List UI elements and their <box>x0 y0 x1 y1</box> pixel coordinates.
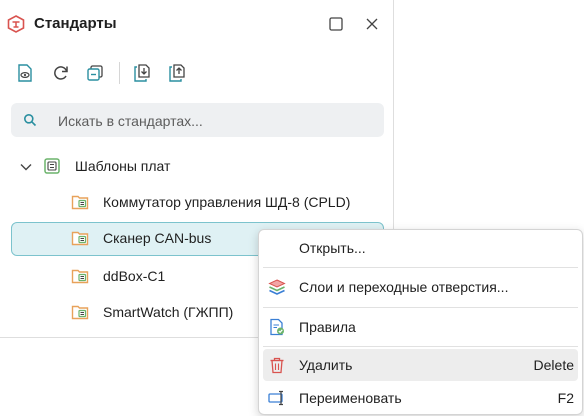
panel-titlebar: Стандарты <box>0 0 394 48</box>
tree-item-label: ddBox-C1 <box>103 268 166 284</box>
refresh-icon <box>54 66 68 80</box>
tree-item[interactable]: Коммутатор управления ШД-8 (CPLD) <box>11 186 384 220</box>
board-folder-icon <box>71 267 89 285</box>
export-button[interactable] <box>164 60 190 86</box>
view-standard-button[interactable] <box>12 60 38 86</box>
menu-item-rename[interactable]: Переименовать F2 <box>263 382 578 414</box>
refresh-button[interactable] <box>48 60 74 86</box>
collapse-all-button[interactable] <box>82 60 108 86</box>
tree-root-label: Шаблоны плат <box>75 158 171 174</box>
search-box <box>11 103 384 139</box>
menu-item-shortcut: F2 <box>557 390 574 406</box>
maximize-icon <box>329 17 343 31</box>
board-templates-icon <box>43 157 61 175</box>
maximize-button[interactable] <box>326 14 346 34</box>
menu-item-label: Удалить <box>299 357 353 373</box>
panel-title: Стандарты <box>34 15 117 32</box>
panel-toolbar <box>0 58 394 90</box>
menu-item-label: Переименовать <box>299 390 402 406</box>
tree-item-label: SmartWatch (ГЖПП) <box>103 304 234 320</box>
view-standard-icon <box>18 64 32 82</box>
chevron-down-icon[interactable] <box>19 160 33 174</box>
toolbar-separator <box>119 62 120 84</box>
tree-root-board-templates[interactable]: Шаблоны плат <box>11 150 384 184</box>
close-icon <box>366 18 378 30</box>
menu-item-open[interactable]: Открыть... <box>263 232 578 264</box>
import-button[interactable] <box>129 60 155 86</box>
board-folder-icon <box>71 193 89 211</box>
tree-item-label: Сканер CAN-bus <box>103 230 212 246</box>
menu-separator <box>263 307 578 308</box>
context-menu: Открыть... Слои и переходные отверстия..… <box>258 229 583 415</box>
export-icon <box>169 64 185 82</box>
menu-item-shortcut: Delete <box>533 357 574 373</box>
menu-item-rules[interactable]: Правила <box>263 311 578 343</box>
collapse-all-icon <box>87 65 103 81</box>
rules-icon <box>268 318 286 336</box>
menu-item-label: Правила <box>299 319 356 335</box>
search-input[interactable] <box>56 103 370 139</box>
board-folder-icon <box>71 229 89 247</box>
trash-icon <box>268 356 286 374</box>
menu-item-delete[interactable]: Удалить Delete <box>263 349 578 381</box>
menu-separator <box>263 267 578 268</box>
menu-item-label: Слои и переходные отверстия... <box>299 279 509 295</box>
import-icon <box>134 64 150 82</box>
layers-icon <box>268 278 286 296</box>
menu-item-layers-vias[interactable]: Слои и переходные отверстия... <box>263 271 578 303</box>
menu-separator <box>263 346 578 347</box>
tree-item-label: Коммутатор управления ШД-8 (CPLD) <box>103 194 351 210</box>
search-icon <box>23 113 37 127</box>
standards-logo-icon <box>7 15 25 33</box>
board-folder-icon <box>71 303 89 321</box>
rename-icon <box>268 389 286 407</box>
menu-item-label: Открыть... <box>299 240 366 256</box>
close-button[interactable] <box>362 14 382 34</box>
